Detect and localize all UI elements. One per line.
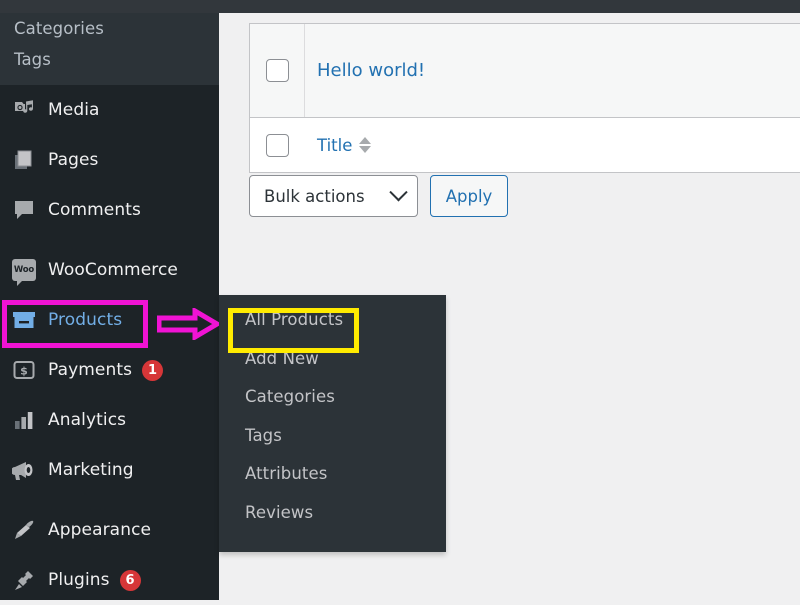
sidebar-item-appearance[interactable]: Appearance [0, 505, 219, 555]
row-checkbox[interactable] [266, 59, 289, 82]
table-footer-row: Title [250, 118, 800, 172]
sort-indicator-icon[interactable] [359, 137, 371, 153]
sidebar-item-label: Plugins [48, 572, 110, 589]
flyout-item-add-new[interactable]: Add New [219, 340, 446, 379]
sidebar-item-label: Appearance [48, 522, 151, 539]
admin-bar[interactable] [0, 0, 800, 13]
posts-table: Hello world! Title [249, 23, 800, 173]
sidebar-item-label: Products [48, 312, 122, 329]
media-icon [9, 98, 39, 122]
sidebar-item-label: Marketing [48, 462, 134, 479]
bulk-actions-value: Bulk actions [264, 187, 365, 206]
sidebar-item-media[interactable]: Media [0, 85, 219, 135]
svg-text:$: $ [20, 364, 28, 377]
row-checkbox-cell[interactable] [250, 24, 305, 117]
sidebar-item-label: Pages [48, 152, 99, 169]
appearance-icon [9, 518, 39, 542]
analytics-icon [9, 408, 39, 432]
column-header-label: Title [317, 136, 352, 155]
status-badge: 1 [142, 360, 163, 381]
post-title-link[interactable]: Hello world! [305, 60, 425, 81]
sidebar-separator [0, 235, 219, 245]
sidebar-item-comments[interactable]: Comments [0, 185, 219, 235]
sidebar-item-payments[interactable]: $ Payments 1 [0, 345, 219, 395]
admin-sidebar: Categories Tags Media [0, 13, 219, 600]
apply-button[interactable]: Apply [430, 175, 508, 217]
woocommerce-icon: Woo [9, 258, 39, 282]
sidebar-item-marketing[interactable]: Marketing [0, 445, 219, 495]
sidebar-item-label: Analytics [48, 412, 126, 429]
select-all-checkbox[interactable] [266, 134, 289, 157]
sidebar-item-woocommerce[interactable]: Woo WooCommerce [0, 245, 219, 295]
sidebar-separator [0, 495, 219, 505]
products-icon [9, 308, 39, 332]
plugins-icon [9, 568, 39, 592]
products-flyout-submenu: All Products Add New Categories Tags Att… [219, 295, 446, 552]
bulk-actions-bar: Bulk actions Apply [249, 175, 508, 217]
status-badge: 6 [120, 570, 141, 591]
sidebar-item-label: Comments [48, 202, 141, 219]
marketing-icon [9, 458, 39, 482]
wp-admin-screen: Categories Tags Media [0, 0, 800, 600]
flyout-item-all-products[interactable]: All Products [219, 301, 446, 340]
table-row[interactable]: Hello world! [250, 24, 800, 118]
sidebar-item-label: Payments [48, 362, 132, 379]
sidebar-item-products[interactable]: Products [0, 295, 219, 345]
flyout-item-categories[interactable]: Categories [219, 378, 446, 417]
chevron-down-icon [389, 183, 407, 201]
payments-icon: $ [9, 358, 39, 382]
sidebar-open-submenu: Categories Tags [0, 13, 219, 85]
flyout-item-tags[interactable]: Tags [219, 417, 446, 456]
comments-icon [9, 198, 39, 222]
sidebar-subitem-tags[interactable]: Tags [0, 44, 219, 75]
bulk-actions-select[interactable]: Bulk actions [249, 175, 418, 217]
flyout-item-reviews[interactable]: Reviews [219, 494, 446, 533]
sidebar-subitem-categories[interactable]: Categories [0, 13, 219, 44]
sidebar-item-label: Media [48, 102, 100, 119]
pages-icon [9, 148, 39, 172]
sidebar-item-label: WooCommerce [48, 262, 178, 279]
column-header-title[interactable]: Title [305, 136, 371, 155]
sidebar-item-pages[interactable]: Pages [0, 135, 219, 185]
select-all-checkbox-cell[interactable] [250, 118, 305, 172]
sidebar-item-plugins[interactable]: Plugins 6 [0, 555, 219, 605]
flyout-item-attributes[interactable]: Attributes [219, 455, 446, 494]
sidebar-item-analytics[interactable]: Analytics [0, 395, 219, 445]
